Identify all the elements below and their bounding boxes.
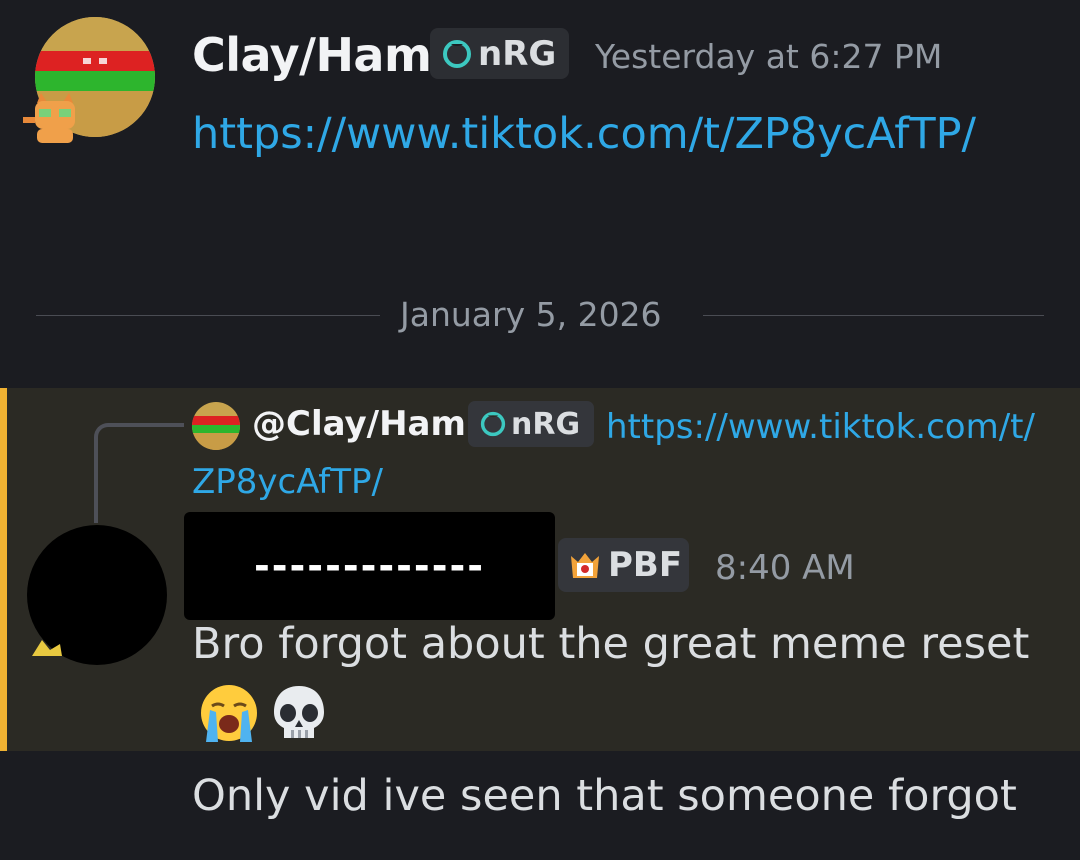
- avatar-decoration-icon: [32, 640, 62, 656]
- guild-tag-icon: [443, 39, 471, 68]
- message-author[interactable]: Clay/Ham: [192, 28, 432, 82]
- reply-connector: [94, 423, 184, 523]
- message-body: Bro forgot about the great meme reset: [192, 619, 1030, 669]
- guild-tag-label: PBF: [608, 545, 683, 585]
- loudly-crying-face-icon: [201, 685, 257, 742]
- guild-tag-pbf[interactable]: PBF: [558, 538, 689, 592]
- message-text: Only vid ive seen that someone forgot: [192, 771, 1017, 821]
- cat-avatar-decoration-icon: [23, 93, 75, 143]
- guild-tag[interactable]: nRG: [430, 28, 569, 79]
- reply-preview-link[interactable]: https://www.tiktok.com/t/ZP8ycAfTP/: [192, 400, 1042, 510]
- message-link[interactable]: https://www.tiktok.com/t/ZP8ycAfTP/: [192, 98, 1062, 170]
- redacted-author-name[interactable]: -------------: [184, 512, 555, 620]
- guild-tag-label: nRG: [478, 33, 557, 74]
- skull-icon: [274, 686, 324, 738]
- mention-indicator-bar: [0, 388, 7, 751]
- message-timestamp[interactable]: Yesterday at 6:27 PM: [595, 37, 942, 76]
- message-timestamp[interactable]: 8:40 AM: [715, 548, 855, 588]
- crown-badge-icon: [571, 553, 599, 578]
- message-text: Bro forgot about the great meme reset: [192, 608, 1052, 756]
- date-divider: January 5, 2026: [400, 295, 662, 334]
- date-divider-line-right: [703, 315, 1044, 316]
- date-divider-line-left: [36, 315, 380, 316]
